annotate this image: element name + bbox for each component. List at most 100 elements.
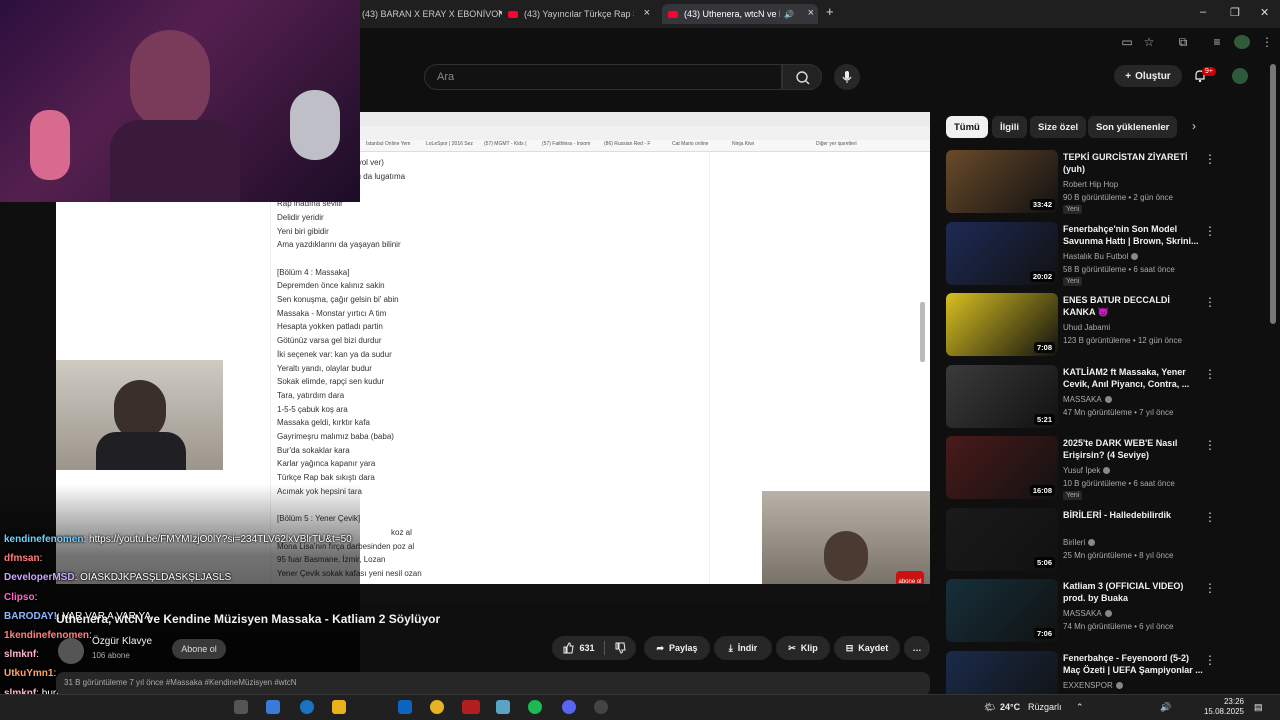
weather-desc[interactable]: Rüzgarlı (1028, 702, 1062, 712)
outlook-icon[interactable] (398, 700, 412, 714)
close-window-button[interactable]: ✕ (1260, 6, 1269, 19)
recommended-channel[interactable]: Uhud Jabami (1063, 323, 1110, 332)
recommended-title[interactable]: Katliam 3 (OFFICIAL VIDEO) prod. by Buak… (1063, 580, 1203, 604)
media-icon[interactable]: ≡ (1210, 35, 1224, 49)
more-options-icon[interactable]: ⋮ (1204, 510, 1216, 524)
maximize-button[interactable]: ❐ (1230, 6, 1240, 19)
recommended-video[interactable]: 7:06 Katliam 3 (OFFICIAL VIDEO) prod. by … (946, 579, 1266, 643)
recommended-title[interactable]: TEPKİ GURCİSTAN ZİYARETİ (yuh) (1063, 151, 1203, 175)
close-icon[interactable]: × (498, 7, 502, 19)
task-view-icon[interactable] (234, 700, 248, 714)
chip-for-you[interactable]: Size özel (1030, 116, 1087, 138)
chat-username[interactable]: DeveloperMSD (4, 572, 75, 583)
recommended-title[interactable]: ENES BATUR DECCALDİ KANKA 😈 (1063, 294, 1203, 318)
volume-icon[interactable]: 🔊 (1160, 702, 1171, 713)
chat-username[interactable]: Clipso (4, 592, 35, 603)
browser-tab-2[interactable]: (43) Yayıncılar Türkçe Rap Söyle × (508, 4, 654, 24)
recommended-channel[interactable]: Yusuf İpek (1063, 466, 1111, 475)
video-thumbnail[interactable]: 20:02 (946, 221, 1058, 285)
browser-tab-1[interactable]: (43) BARAN X ERAY X EBONİVON × (362, 4, 502, 24)
speaker-icon[interactable]: 🔊 (784, 10, 794, 19)
recommended-video[interactable]: 20:02 Fenerbahçe'nin Son Model Savunma Ha… (946, 221, 1266, 286)
recommended-channel[interactable]: MASSAKA (1063, 395, 1112, 404)
more-actions-button[interactable]: … (904, 636, 930, 660)
tray-overflow-icon[interactable]: ⌃ (1076, 702, 1084, 713)
copilot-icon[interactable] (266, 700, 280, 714)
share-button[interactable]: ➦ Paylaş (644, 636, 710, 660)
like-button[interactable]: 631 (562, 642, 595, 654)
clip-button[interactable]: ✂ Klip (776, 636, 830, 660)
recommended-video[interactable]: 33:42 TEPKİ GURCİSTAN ZİYARETİ (yuh) Rober… (946, 150, 1266, 214)
clock[interactable]: 23:26 15.08.2025 (1200, 697, 1244, 717)
recommended-video[interactable]: 5:06 BİRİLERİ - Halledebilirdik Birileri 25… (946, 507, 1266, 572)
recommended-title[interactable]: BİRİLERİ - Halledebilirdik (1063, 509, 1203, 521)
close-icon[interactable]: × (808, 7, 814, 19)
video-thumbnail[interactable]: 5:21 (946, 364, 1058, 428)
subscribe-button[interactable]: Abone ol (172, 639, 226, 659)
recommended-channel[interactable]: Birileri (1063, 538, 1096, 547)
bookmark-star-icon[interactable]: ☆ (1142, 35, 1156, 49)
chip-all[interactable]: Tümü (946, 116, 988, 138)
channel-avatar[interactable] (58, 638, 84, 664)
close-icon[interactable]: × (644, 7, 650, 19)
create-button[interactable]: + Oluştur (1114, 65, 1182, 87)
thumbs-down-icon[interactable] (614, 642, 626, 654)
search-button[interactable] (782, 64, 822, 90)
video-thumbnail[interactable]: 16:08 (946, 436, 1058, 499)
recorder-icon[interactable] (462, 700, 480, 714)
more-options-icon[interactable]: ⋮ (1204, 295, 1216, 309)
chip-recent[interactable]: Son yüklenenler (1088, 116, 1178, 138)
save-button[interactable]: ⊟ Kaydet (834, 636, 900, 660)
chat-username[interactable]: slmknf (4, 649, 36, 660)
chat-username[interactable]: UtkuYmn1 (4, 668, 53, 679)
file-explorer-icon[interactable] (332, 700, 346, 714)
recommended-channel[interactable]: EXXENSPOR (1063, 681, 1123, 690)
channel-name[interactable]: Özgür Klavye (92, 636, 152, 647)
recommended-video[interactable]: 16:08 2025'te DARK WEB'E Nasıl Erişirsin?… (946, 436, 1266, 500)
profile-icon[interactable] (1234, 35, 1250, 49)
weather-temp[interactable]: 24°C (1000, 702, 1020, 712)
more-options-icon[interactable]: ⋮ (1204, 438, 1216, 452)
recommended-channel[interactable]: Hastalık Bu Futbol (1063, 252, 1139, 261)
chevron-right-icon[interactable]: › (1192, 119, 1196, 133)
cast-icon[interactable]: ▭ (1120, 35, 1134, 49)
recommended-video[interactable]: 7:08 ENES BATUR DECCALDİ KANKA 😈 Uhud Jaba… (946, 293, 1266, 357)
page-scrollbar[interactable] (1270, 64, 1276, 324)
voice-search-button[interactable] (834, 64, 860, 90)
spotify-icon[interactable] (528, 700, 542, 714)
recommended-title[interactable]: Fenerbahçe - Feyenoord (5-2) Maç Özeti |… (1063, 652, 1203, 676)
more-options-icon[interactable]: ⋮ (1204, 653, 1216, 667)
chat-username[interactable]: BARODAY! (4, 611, 57, 622)
discord-icon[interactable] (562, 700, 576, 714)
notifications-icon[interactable]: ▤ (1254, 702, 1263, 713)
more-options-icon[interactable]: ⋮ (1204, 581, 1216, 595)
video-thumbnail[interactable]: 7:06 (946, 579, 1058, 642)
search-input[interactable]: Ara (424, 64, 782, 90)
more-options-icon[interactable]: ⋮ (1204, 152, 1216, 166)
weather-icon[interactable]: 🌤 (984, 702, 995, 713)
edge-icon[interactable] (300, 700, 314, 714)
download-button[interactable]: ⤓ İndir (714, 636, 772, 660)
notepad-icon[interactable] (496, 700, 510, 714)
recommended-title[interactable]: 2025'te DARK WEB'E Nasıl Erişirsin? (4 S… (1063, 437, 1203, 461)
recommended-title[interactable]: Fenerbahçe'nin Son Model Savunma Hattı |… (1063, 223, 1203, 247)
recommended-channel[interactable]: Robert Hip Hop (1063, 180, 1118, 189)
account-avatar[interactable] (1232, 68, 1248, 84)
more-options-icon[interactable]: ⋮ (1204, 367, 1216, 381)
video-thumbnail[interactable]: 33:42 (946, 150, 1058, 213)
description-box[interactable]: 31 B görüntüleme 7 yıl önce #Massaka #Ke… (56, 672, 930, 696)
video-thumbnail[interactable]: 5:06 (946, 507, 1058, 571)
recommended-video[interactable]: 5:21 KATLİAM2 ft Massaka, Yener Cevik, An… (946, 364, 1266, 429)
minimize-button[interactable]: – (1200, 6, 1206, 18)
video-thumbnail[interactable]: 7:08 (946, 293, 1058, 356)
recommended-channel[interactable]: MASSAKA (1063, 609, 1112, 618)
menu-icon[interactable]: ⋮ (1260, 35, 1274, 49)
chip-related[interactable]: İlgili (992, 116, 1027, 138)
new-tab-button[interactable]: + (826, 4, 834, 19)
chrome-icon[interactable] (430, 700, 444, 714)
more-options-icon[interactable]: ⋮ (1204, 224, 1216, 238)
chat-username[interactable]: kendinefenomen (4, 534, 83, 545)
browser-tab-3[interactable]: (43) Uthenera, wtcN ve Ken 🔊 × (662, 4, 818, 24)
chat-username[interactable]: dfmsan (4, 553, 40, 564)
recommended-title[interactable]: KATLİAM2 ft Massaka, Yener Cevik, Anıl P… (1063, 366, 1203, 390)
